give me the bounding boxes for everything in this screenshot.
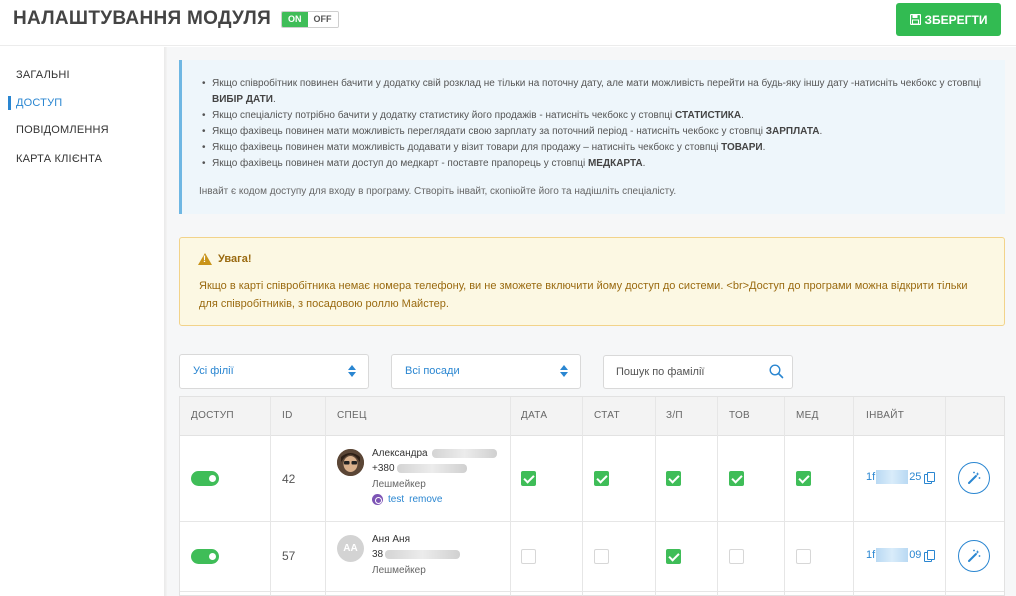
toggle-off-label[interactable]: OFF <box>307 12 338 27</box>
info-item: Якщо фахівець повинен мати можливість пе… <box>202 124 992 140</box>
col-goods: ТОВ <box>729 410 751 421</box>
col-access: ДОСТУП <box>191 410 234 421</box>
warning-title: Увага! <box>198 253 252 265</box>
table-row: 57 АА Аня Аня 38 Лешмейкер 1f 09 <box>180 522 1004 592</box>
goods-checkbox[interactable] <box>729 471 744 486</box>
save-button-label: ЗБЕРЕГТИ <box>924 12 988 27</box>
page-title: НАЛАШТУВАННЯ МОДУЛЯ <box>13 8 272 29</box>
staff-id: 57 <box>282 549 296 563</box>
info-item: Якщо спеціалісту потрібно бачити у додат… <box>202 108 992 124</box>
warning-title-text: Увага! <box>218 253 252 265</box>
avatar-photo-icon <box>337 449 364 476</box>
select-arrows-icon <box>560 364 568 378</box>
test-link[interactable]: test <box>388 494 404 505</box>
info-item: Якщо фахівець повинен мати доступ до мед… <box>202 156 992 172</box>
salary-checkbox[interactable] <box>666 471 681 486</box>
stat-checkbox[interactable] <box>594 549 609 564</box>
sidebar-item-general[interactable]: ЗАГАЛЬНІ <box>16 69 70 81</box>
warning-box: Увага! Якщо в карті співробітника немає … <box>179 237 1005 326</box>
info-list: Якщо співробітник повинен бачити у додат… <box>202 76 992 172</box>
col-date: ДАТА <box>521 410 548 421</box>
branch-select-value: Усі філії <box>193 365 234 377</box>
staff-phone: +380 <box>372 463 467 474</box>
sidebar-active-marker <box>8 96 11 110</box>
stat-checkbox[interactable] <box>594 471 609 486</box>
save-button[interactable]: ЗБЕРЕГТИ <box>896 3 1001 36</box>
generate-invite-button[interactable] <box>958 540 990 572</box>
info-box: Якщо співробітник повинен бачити у додат… <box>179 60 1005 214</box>
avatar: АА <box>337 535 364 562</box>
date-checkbox[interactable] <box>521 549 536 564</box>
copy-icon[interactable] <box>924 471 936 484</box>
col-invite: ІНВАЙТ <box>866 410 905 421</box>
magic-wand-icon <box>968 471 981 484</box>
staff-table: ДОСТУП ID СПЕЦ ДАТА СТАТ З/П ТОВ МЕД ІНВ… <box>179 396 1005 596</box>
col-spec: СПЕЦ <box>337 410 367 421</box>
col-med: МЕД <box>796 410 819 421</box>
search-icon[interactable] <box>769 364 784 379</box>
warning-icon <box>198 253 212 265</box>
staff-name: Александра <box>372 448 498 459</box>
info-item: Якщо співробітник повинен бачити у додат… <box>202 76 992 108</box>
select-arrows-icon <box>348 364 356 378</box>
invite-code[interactable]: 1f 25 <box>866 470 936 484</box>
surname-search[interactable] <box>603 355 793 389</box>
staff-role: Лешмейкер <box>372 565 426 576</box>
floppy-icon <box>909 14 921 25</box>
sidebar-item-client-card[interactable]: КАРТА КЛІЄНТА <box>16 153 102 165</box>
staff-phone: 38 <box>372 549 461 560</box>
avatar <box>337 449 364 476</box>
goods-checkbox[interactable] <box>729 549 744 564</box>
position-select-value: Всі посади <box>405 365 460 377</box>
med-checkbox[interactable] <box>796 471 811 486</box>
med-checkbox[interactable] <box>796 549 811 564</box>
access-switch[interactable] <box>191 471 219 486</box>
warning-text: Якщо в карті співробітника немає номера … <box>199 280 968 310</box>
info-item: Якщо фахівець повинен мати можливість до… <box>202 140 992 156</box>
branch-select[interactable]: Усі філії <box>179 354 369 389</box>
generate-invite-button[interactable] <box>958 462 990 494</box>
viber-icon <box>372 494 383 505</box>
access-switch[interactable] <box>191 549 219 564</box>
table-header: ДОСТУП ID СПЕЦ ДАТА СТАТ З/П ТОВ МЕД ІНВ… <box>180 397 1004 436</box>
toggle-on-label[interactable]: ON <box>282 12 308 27</box>
magic-wand-icon <box>968 549 981 562</box>
sidebar-item-messages[interactable]: ПОВІДОМЛЕННЯ <box>16 124 109 136</box>
search-input[interactable] <box>616 364 766 380</box>
staff-links: test remove <box>372 494 442 505</box>
col-salary: З/П <box>666 410 683 421</box>
remove-link[interactable]: remove <box>409 494 442 505</box>
module-toggle[interactable]: ON OFF <box>281 11 339 28</box>
invite-code[interactable]: 1f 09 <box>866 548 936 562</box>
table-row: 42 Александра +380 Лешмейкер test remove… <box>180 436 1004 522</box>
invite-note: Інвайт є кодом доступу для входу в прогр… <box>199 186 677 197</box>
col-stat: СТАТ <box>594 410 620 421</box>
page-header: НАЛАШТУВАННЯ МОДУЛЯ ON OFF ЗБЕРЕГТИ <box>0 0 1016 46</box>
copy-icon[interactable] <box>924 549 936 562</box>
date-checkbox[interactable] <box>521 471 536 486</box>
staff-id: 42 <box>282 472 296 486</box>
col-id: ID <box>282 410 293 421</box>
position-select[interactable]: Всі посади <box>391 354 581 389</box>
salary-checkbox[interactable] <box>666 549 681 564</box>
sidebar-item-access[interactable]: ДОСТУП <box>16 97 62 109</box>
staff-name: Аня Аня <box>372 534 410 545</box>
staff-role: Лешмейкер <box>372 479 426 490</box>
